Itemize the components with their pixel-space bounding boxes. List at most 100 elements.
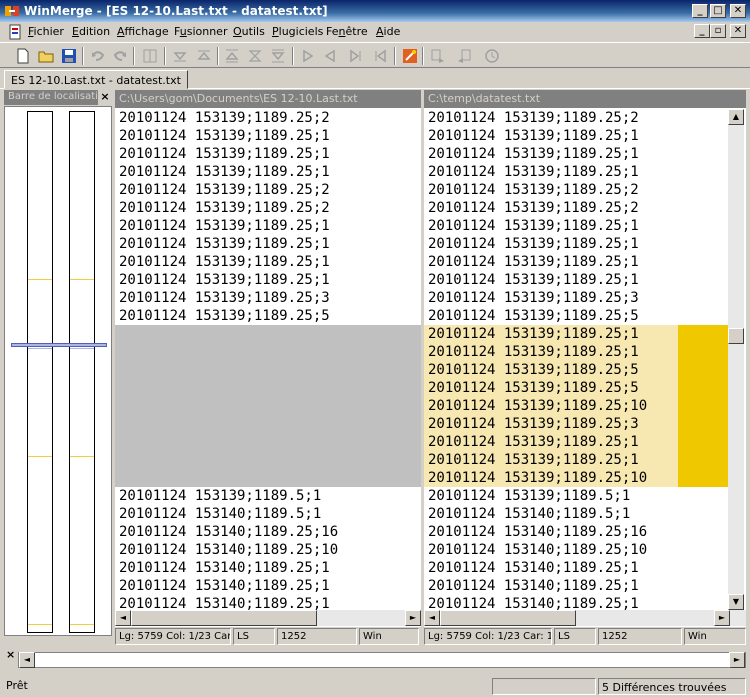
menu-outils[interactable]: Outils (233, 25, 265, 38)
mdi-restore-button[interactable]: ▫ (710, 24, 726, 38)
scroll-right-arrow-icon[interactable]: ► (714, 610, 730, 626)
right-file-mode: Win (684, 628, 746, 645)
text-line: 20101124 153140;1189.25;1 (119, 596, 330, 610)
document-tab-bar: ES 12-10.Last.txt - datatest.txt (0, 68, 750, 89)
copy-right-icon[interactable] (298, 46, 318, 66)
text-line: 20101124 153139;1189.25;1 (428, 452, 639, 468)
last-diff-icon[interactable] (268, 46, 288, 66)
text-line: 20101124 153139;1189.25;1 (428, 272, 639, 288)
current-diff-icon[interactable] (245, 46, 265, 66)
menu-affichage[interactable]: Affichage (117, 25, 169, 38)
scroll-thumb[interactable] (728, 328, 744, 344)
text-line: 20101124 153139;1189.25;1 (428, 164, 639, 180)
scroll-right-arrow-icon[interactable]: ► (405, 610, 421, 626)
undo-icon[interactable] (88, 46, 108, 66)
menu-fichier[interactable]: Fichier (28, 25, 64, 38)
scroll-down-arrow-icon[interactable]: ▼ (728, 594, 744, 610)
scroll-left-arrow-icon[interactable]: ◄ (115, 610, 131, 626)
text-line: 20101124 153139;1189.5;1 (428, 488, 631, 504)
location-left-column (27, 111, 53, 633)
right-text-view[interactable]: 20101124 153139;1189.25;2 20101124 153139… (424, 109, 728, 610)
text-line: 20101124 153139;1189.25;3 (119, 290, 330, 306)
title-bar[interactable]: WinMerge - [ES 12-10.Last.txt - datatest… (0, 0, 750, 22)
merge-icon[interactable] (482, 46, 502, 66)
text-line: 20101124 153140;1189.25;1 (119, 578, 330, 594)
left-eol-type: LS (233, 628, 275, 645)
text-line: 20101124 153139;1189.25;1 (428, 128, 639, 144)
refresh-icon[interactable] (400, 46, 420, 66)
redo-icon[interactable] (110, 46, 130, 66)
text-line: 20101124 153140;1189.25;1 (428, 578, 639, 594)
location-pane: Barre de localisation × (4, 90, 112, 642)
right-pane-status: Lg: 5759 Col: 1/23 Car: 1/23 LS 1252 Win (424, 628, 746, 645)
text-line: 20101124 153140;1189.25;1 (119, 560, 330, 576)
text-line: 20101124 153140;1189.25;10 (119, 542, 339, 558)
right-file-pane: C:\temp\datatest.txt 20101124 153139;118… (424, 90, 746, 627)
menu-fenetre[interactable]: Fenêtre (326, 25, 368, 38)
text-line: 20101124 153140;1189.25;1 (428, 560, 639, 576)
text-line: 20101124 153140;1189.25;16 (428, 524, 648, 540)
menu-edition[interactable]: Edition (72, 25, 110, 38)
text-line: 20101124 153139;1189.25;1 (119, 128, 330, 144)
diff-pane: × ◄ ► (4, 648, 746, 674)
text-line: 20101124 153140;1189.25;10 (428, 542, 648, 558)
window-title: WinMerge - [ES 12-10.Last.txt - datatest… (24, 4, 328, 18)
scroll-left-arrow-icon[interactable]: ◄ (19, 652, 35, 668)
scroll-left-arrow-icon[interactable]: ◄ (424, 610, 440, 626)
right-horizontal-scrollbar[interactable]: ◄ ► (424, 610, 746, 626)
tab-document[interactable]: ES 12-10.Last.txt - datatest.txt (4, 70, 188, 89)
text-line: 20101124 153139;1189.25;1 (119, 218, 330, 234)
copy-left-icon[interactable] (320, 46, 340, 66)
copy-all-left-icon[interactable] (454, 46, 474, 66)
toolbar-separator (422, 47, 424, 65)
scroll-thumb[interactable] (440, 610, 576, 626)
vertical-scrollbar[interactable]: ▲ ▼ (728, 109, 744, 610)
copy-left-advance-icon[interactable] (370, 46, 390, 66)
text-line: 20101124 153139;1189.25;1 (428, 236, 639, 252)
options-icon[interactable] (140, 46, 160, 66)
toolbar-separator (82, 47, 84, 65)
location-pane-header: Barre de localisation × (4, 90, 112, 105)
location-map[interactable] (4, 106, 112, 636)
copy-all-right-icon[interactable] (428, 46, 448, 66)
text-line: 20101124 153140;1189.5;1 (428, 506, 631, 522)
text-line: 20101124 153139;1189.25;1 (428, 254, 639, 270)
first-diff-icon[interactable] (222, 46, 242, 66)
maximize-button[interactable]: □ (710, 4, 726, 18)
copy-right-advance-icon[interactable] (346, 46, 366, 66)
left-horizontal-scrollbar[interactable]: ◄ ► (115, 610, 421, 626)
scroll-right-arrow-icon[interactable]: ► (729, 652, 745, 668)
text-line: 20101124 153139;1189.25;2 (428, 182, 639, 198)
right-codepage: 1252 (598, 628, 682, 645)
text-line: 20101124 153139;1189.25;5 (428, 380, 639, 396)
text-line: 20101124 153139;1189.5;1 (119, 488, 322, 504)
scroll-up-arrow-icon[interactable]: ▲ (728, 109, 744, 125)
mdi-close-button[interactable]: ✕ (730, 24, 746, 38)
text-line: 20101124 153139;1189.25;1 (428, 146, 639, 162)
scroll-thumb[interactable] (131, 610, 317, 626)
text-line: 20101124 153140;1189.25;16 (119, 524, 339, 540)
prev-diff-icon[interactable] (194, 46, 214, 66)
next-diff-icon[interactable] (170, 46, 190, 66)
new-icon[interactable] (13, 46, 33, 66)
menu-plugiciels[interactable]: Plugiciels (272, 25, 323, 38)
left-pane-status: Lg: 5759 Col: 1/23 Car: 1/23 LS 1252 Win (115, 628, 421, 645)
open-icon[interactable] (36, 46, 56, 66)
location-viewport-indicator[interactable] (11, 343, 107, 347)
document-icon[interactable] (8, 24, 22, 40)
text-line: 20101124 153139;1189.25;2 (428, 200, 639, 216)
mdi-minimize-button[interactable]: _ (694, 24, 710, 38)
close-button[interactable]: ✕ (730, 4, 746, 18)
text-line: 20101124 153139;1189.25;1 (428, 434, 639, 450)
location-pane-close-button[interactable]: × (98, 90, 112, 105)
left-codepage: 1252 (277, 628, 357, 645)
minimize-button[interactable]: _ (692, 4, 708, 18)
save-icon[interactable] (59, 46, 79, 66)
left-text-view[interactable]: 20101124 153139;1189.25;2 20101124 153139… (115, 109, 421, 610)
text-line: 20101124 153139;1189.25;2 (428, 110, 639, 126)
right-eol-type: LS (554, 628, 596, 645)
diff-pane-horizontal-scrollbar[interactable]: ◄ ► (18, 652, 746, 668)
diff-pane-close-button[interactable]: × (6, 648, 15, 661)
menu-aide[interactable]: Aide (376, 25, 400, 38)
menu-fusionner[interactable]: Fusionner (174, 25, 227, 38)
